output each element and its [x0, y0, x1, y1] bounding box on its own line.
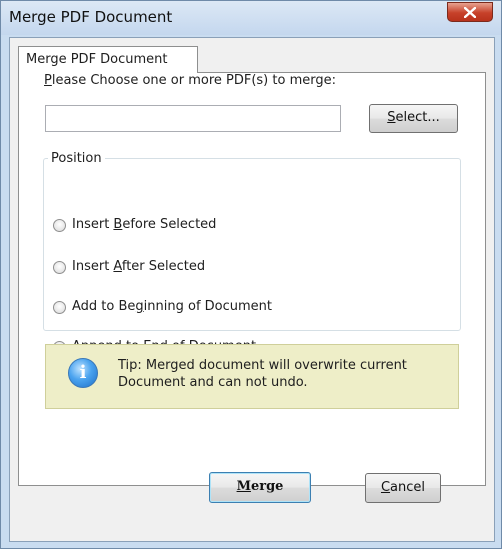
select-button[interactable]: Select...: [369, 104, 458, 133]
instruction-text: Please Choose one or more PDF(s) to merg…: [44, 73, 336, 88]
tip-box: i Tip: Merged document will overwrite cu…: [45, 344, 459, 409]
cancel-button[interactable]: Cancel: [365, 473, 441, 503]
file-path-input[interactable]: [45, 105, 341, 132]
window-title: Merge PDF Document: [9, 8, 173, 26]
radio-button[interactable]: [53, 301, 66, 314]
close-button[interactable]: [447, 2, 493, 22]
radio-button[interactable]: [53, 219, 66, 232]
dialog-window: Merge PDF Document Merge PDF Document Pl…: [0, 0, 502, 549]
tip-text: Tip: Merged document will overwrite curr…: [118, 358, 407, 390]
tab-merge-pdf-document[interactable]: Merge PDF Document: [18, 46, 198, 73]
close-icon: [464, 7, 476, 18]
radio-label: Insert Before Selected: [72, 217, 217, 232]
merge-button[interactable]: Merge: [209, 472, 311, 503]
radio-label: Add to Beginning of Document: [72, 299, 273, 314]
info-icon: i: [68, 358, 98, 388]
radio-label: Insert After Selected: [72, 259, 206, 274]
title-bar[interactable]: Merge PDF Document: [1, 1, 501, 35]
radio-button[interactable]: [53, 261, 66, 274]
tab-label: Merge PDF Document: [26, 52, 168, 67]
position-group-label: Position: [48, 151, 105, 166]
